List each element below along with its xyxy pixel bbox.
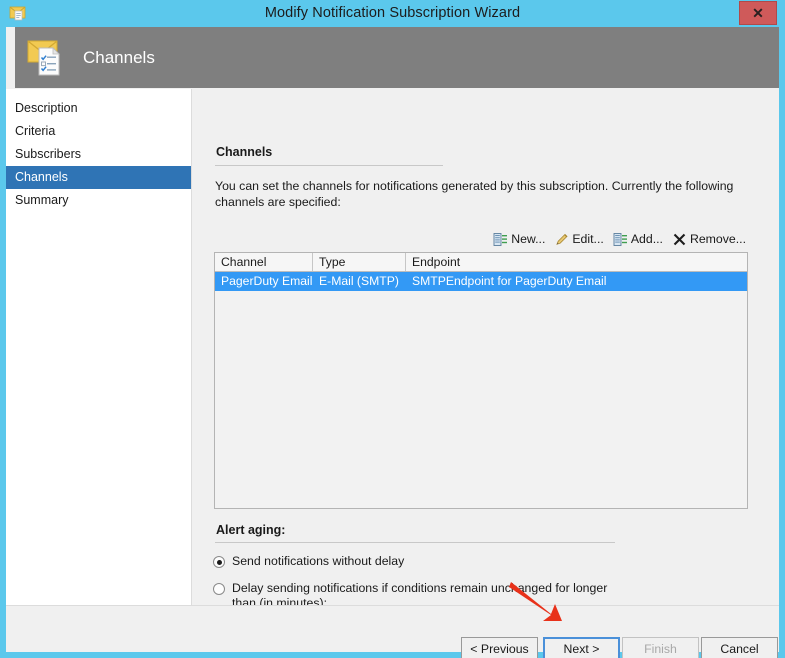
radio-send-without-delay-label: Send notifications without delay [232, 554, 405, 568]
x-remove-icon [673, 233, 686, 245]
pencil-icon [556, 233, 568, 245]
window-body: Channels Description Criteria Subscriber… [6, 27, 779, 658]
previous-button[interactable]: < Previous [461, 637, 538, 658]
new-button[interactable]: New... [493, 232, 545, 247]
edit-button[interactable]: Edit... [554, 232, 604, 247]
cell-endpoint: SMTPEndpoint for PagerDuty Email [412, 274, 607, 288]
column-header-channel[interactable]: Channel [215, 253, 313, 271]
remove-button[interactable]: Remove... [672, 232, 746, 247]
column-header-endpoint[interactable]: Endpoint [406, 253, 747, 271]
radio-icon-unselected [213, 583, 225, 595]
cell-type: E-Mail (SMTP) [319, 274, 399, 288]
new-button-label: New... [511, 232, 546, 246]
finish-button: Finish [622, 637, 699, 658]
page-header-icon [27, 40, 60, 76]
page-header: Channels [15, 27, 779, 88]
add-button[interactable]: Add... [613, 232, 663, 247]
close-icon: ✕ [752, 5, 764, 21]
alert-aging-title: Alert aging: [216, 523, 286, 537]
sidebar-item-description[interactable]: Description [6, 97, 191, 120]
section-divider [215, 165, 443, 166]
window-title: Modify Notification Subscription Wizard [264, 5, 521, 21]
wizard-footer: < Previous Next > Finish Cancel [6, 605, 779, 658]
cancel-button[interactable]: Cancel [701, 637, 778, 658]
table-row[interactable]: PagerDuty Email E-Mail (SMTP) SMTPEndpoi… [215, 272, 747, 291]
alert-aging-divider [215, 542, 615, 543]
table-header-row: Channel Type Endpoint [215, 253, 747, 272]
sidebar-item-summary[interactable]: Summary [6, 189, 191, 212]
next-button[interactable]: Next > [543, 637, 620, 658]
edit-button-label: Edit... [572, 232, 604, 246]
channels-section-title: Channels [216, 145, 273, 159]
sidebar-item-subscribers[interactable]: Subscribers [6, 143, 191, 166]
page-title: Channels [83, 48, 155, 67]
channels-toolbar: New... Edit... Add... Remove... [493, 229, 746, 249]
list-new-icon [493, 232, 508, 246]
radio-send-without-delay[interactable]: Send notifications without delay [213, 554, 633, 569]
wizard-sidebar: Description Criteria Subscribers Channel… [6, 89, 192, 605]
channels-description: You can set the channels for notificatio… [215, 179, 734, 209]
sidebar-item-channels[interactable]: Channels [6, 166, 191, 189]
close-button[interactable]: ✕ [739, 1, 777, 25]
column-header-type[interactable]: Type [313, 253, 406, 271]
add-button-label: Add... [630, 232, 663, 246]
radio-icon-selected [213, 556, 225, 568]
cell-channel: PagerDuty Email [221, 274, 313, 288]
sidebar-item-criteria[interactable]: Criteria [6, 120, 191, 143]
main-content: Channels You can set the channels for no… [193, 89, 779, 639]
wizard-window: Modify Notification Subscription Wizard … [0, 0, 785, 658]
channels-table: Channel Type Endpoint PagerDuty Email E-… [214, 252, 748, 509]
list-add-icon [613, 232, 627, 246]
remove-button-label: Remove... [689, 232, 746, 246]
title-bar: Modify Notification Subscription Wizard … [0, 0, 785, 27]
